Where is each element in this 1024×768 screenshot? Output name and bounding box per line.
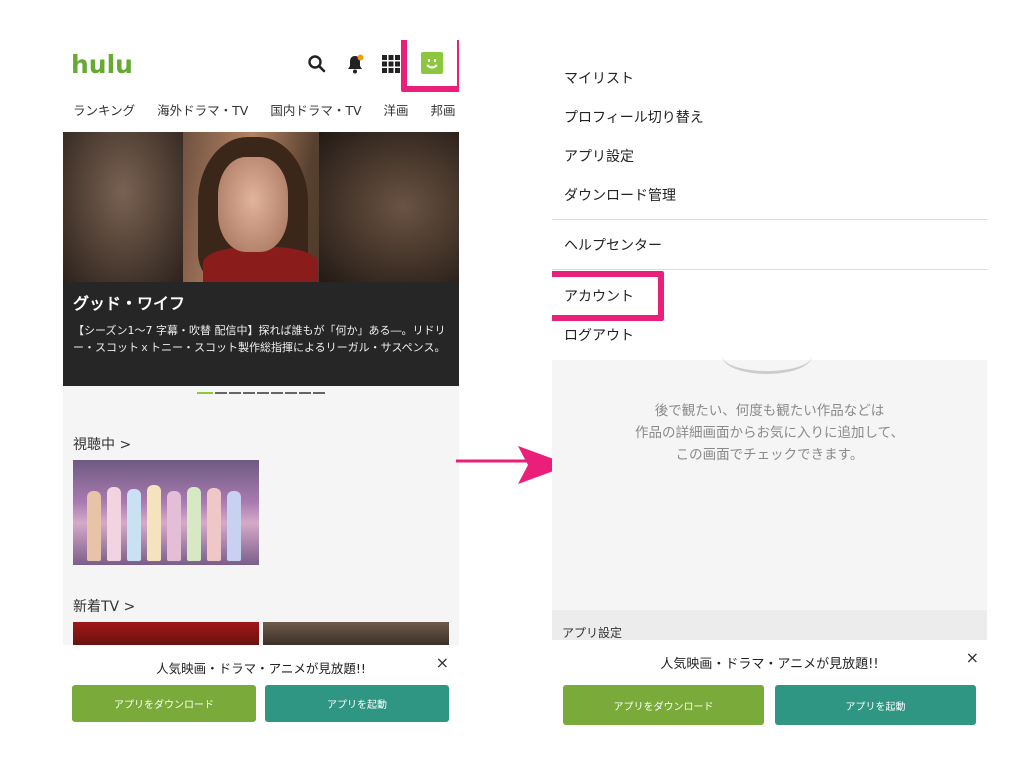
download-app-button[interactable]: アプリをダウンロード — [563, 685, 764, 725]
close-icon[interactable]: × — [966, 648, 979, 667]
account-menu-screen: マイリスト プロフィール切り替え アプリ設定 ダウンロード管理 ヘルプセンター … — [552, 55, 987, 735]
launch-app-button[interactable]: アプリを起動 — [775, 685, 976, 725]
app-banner: 人気映画・ドラマ・アニメが見放題!! × アプリをダウンロード アプリを起動 — [552, 640, 987, 735]
close-icon[interactable]: × — [436, 653, 449, 672]
banner-text: 人気映画・ドラマ・アニメが見放題!! — [660, 657, 879, 672]
nav-overseas-drama[interactable]: 海外ドラマ・TV — [157, 100, 248, 119]
menu-profile-switch[interactable]: プロフィール切り替え — [564, 107, 704, 127]
home-screen: hulu ランキング 海外ドラマ・TV 国内ドラマ・TV 洋画 邦画 グッド・ワ… — [63, 40, 459, 730]
app-banner: 人気映画・ドラマ・アニメが見放題!! × アプリをダウンロード アプリを起動 — [63, 645, 459, 730]
menu-account[interactable]: アカウント — [564, 286, 634, 306]
nav-western-film[interactable]: 洋画 — [384, 100, 409, 119]
mylist-empty-message: 後で観たい、何度も観たい作品などは 作品の詳細画面からお気に入りに追加して、 こ… — [635, 403, 904, 463]
nav-ranking[interactable]: ランキング — [73, 100, 135, 119]
grid-icon[interactable] — [379, 52, 403, 76]
menu-mylist[interactable]: マイリスト — [564, 68, 634, 88]
empty-illustration — [722, 338, 812, 374]
carousel-indicator[interactable] — [197, 392, 325, 394]
avatar-highlight — [401, 40, 459, 92]
launch-app-button[interactable]: アプリを起動 — [265, 685, 449, 722]
avatar-icon[interactable] — [421, 52, 443, 74]
mylist-empty-area — [552, 360, 987, 610]
search-icon[interactable] — [305, 52, 329, 76]
app-settings-label: アプリ設定 — [562, 626, 623, 640]
bell-icon[interactable] — [343, 52, 367, 76]
menu-download-manager[interactable]: ダウンロード管理 — [564, 185, 676, 205]
hulu-logo[interactable]: hulu — [71, 50, 133, 79]
watching-section-title[interactable]: 視聴中 > — [73, 434, 131, 454]
hero-caption[interactable]: グッド・ワイフ 【シーズン1〜7 字幕・吹替 配信中】探れば誰もが「何か」ある―… — [63, 282, 459, 386]
hero-description: 【シーズン1〜7 字幕・吹替 配信中】探れば誰もが「何か」ある―。リドリー・スコ… — [73, 324, 446, 354]
new-tv-section-title[interactable]: 新着TV > — [73, 596, 135, 616]
banner-text: 人気映画・ドラマ・アニメが見放題!! — [156, 661, 366, 676]
watching-thumbnail[interactable] — [73, 460, 259, 565]
menu-app-settings[interactable]: アプリ設定 — [564, 146, 634, 166]
app-settings-section: アプリ設定 — [552, 610, 987, 640]
nav-domestic-drama[interactable]: 国内ドラマ・TV — [270, 100, 361, 119]
menu-help-center[interactable]: ヘルプセンター — [564, 235, 662, 255]
menu-divider — [552, 219, 987, 220]
download-app-button[interactable]: アプリをダウンロード — [72, 685, 256, 722]
screenshot-canvas: hulu ランキング 海外ドラマ・TV 国内ドラマ・TV 洋画 邦画 グッド・ワ… — [0, 0, 1024, 768]
nav-japanese-film[interactable]: 邦画 — [431, 100, 456, 119]
menu-logout[interactable]: ログアウト — [564, 325, 634, 345]
menu-divider — [552, 269, 987, 270]
hero-image[interactable] — [63, 132, 459, 282]
hero-title: グッド・ワイフ — [73, 294, 186, 313]
category-nav: ランキング 海外ドラマ・TV 国内ドラマ・TV 洋画 邦画 — [73, 100, 456, 119]
